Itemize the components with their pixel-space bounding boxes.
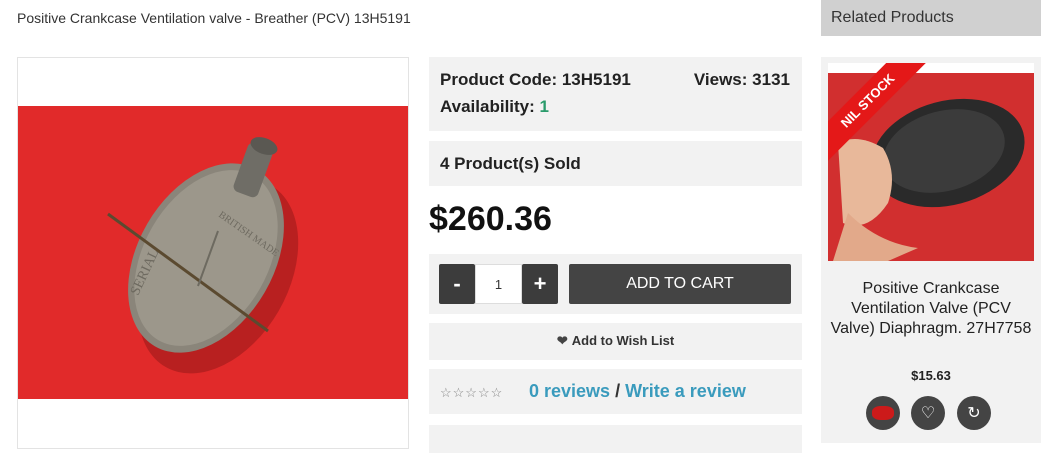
heart-icon: ♡ [920,405,936,422]
related-product-price: $15.63 [911,368,951,383]
cart-icon [872,406,894,420]
reviews-link[interactable]: 0 reviews [529,381,610,401]
wish-box: ❤ Add to Wish List [429,323,802,360]
reviews-links: 0 reviews / Write a review [529,381,746,402]
product-code-label: Product Code: [440,70,558,89]
qty-increase-button[interactable]: + [522,264,558,304]
add-to-wishlist-button[interactable]: ❤ Add to Wish List [429,333,802,349]
product-price: $260.36 [429,200,552,238]
qty-decrease-button[interactable]: - [439,264,475,304]
empty-box [429,425,802,453]
quantity-input[interactable] [475,264,522,304]
review-separator: / [615,381,621,401]
sold-count: 4 Product(s) Sold [440,154,581,173]
review-box: ☆☆☆☆☆ 0 reviews / Write a review [429,369,802,414]
related-compare-button[interactable]: ↻ [957,396,991,430]
heart-icon: ❤ [556,333,568,348]
wishlist-label: Add to Wish List [571,333,675,348]
add-to-cart-button[interactable]: ADD TO CART [569,264,791,304]
product-photo[interactable]: SERIAL BRITISH MADE [18,106,408,399]
related-product-card: NIL STOCK Positive Crankcase Ventilation… [821,57,1041,443]
write-review-link[interactable]: Write a review [625,381,746,401]
related-product-name[interactable]: Positive Crankcase Ventilation Valve (PC… [829,279,1033,339]
views-count: Views: 3131 [694,70,790,90]
availability-label: Availability: [440,97,535,116]
cart-box: - + ADD TO CART [429,254,802,314]
related-product-thumb[interactable]: NIL STOCK [828,63,1034,261]
views-value: 3131 [752,70,790,89]
related-wishlist-button[interactable]: ♡ [911,396,945,430]
product-meta-box: Product Code: 13H5191 Views: 3131 Availa… [429,57,802,131]
rating-stars: ☆☆☆☆☆ [440,385,504,400]
related-add-to-cart-button[interactable] [866,396,900,430]
views-label: Views: [693,70,748,89]
page-title: Positive Crankcase Ventilation valve - B… [17,10,411,26]
product-image-panel[interactable]: SERIAL BRITISH MADE [17,57,409,449]
product-code-value: 13H5191 [561,70,631,89]
availability-value: 1 [539,97,549,116]
pcv-valve-image: SERIAL BRITISH MADE [18,106,408,399]
sold-box: 4 Product(s) Sold [429,141,802,186]
refresh-icon: ↻ [967,405,981,422]
related-products-heading: Related Products [821,0,1041,36]
availability: Availability: 1 [440,97,549,117]
product-code: Product Code: 13H5191 [440,70,631,90]
